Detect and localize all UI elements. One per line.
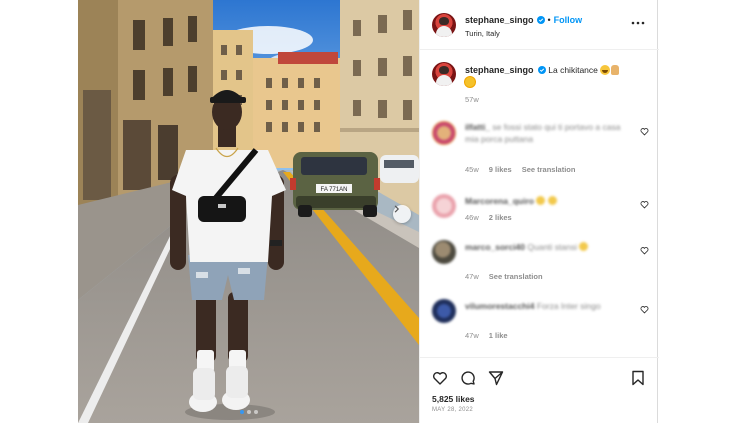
comment-likes[interactable]: 2 likes — [489, 213, 512, 222]
caption-age: 57w — [465, 95, 479, 104]
heart-icon[interactable] — [640, 200, 649, 209]
share-icon[interactable] — [488, 370, 504, 386]
post-side-panel: stephane_singo • Follow Turin, Italy ste… — [419, 0, 659, 423]
street-photo-illustration: FA 771AN — [78, 0, 419, 423]
comment-age: 46w — [465, 213, 479, 222]
author-avatar[interactable] — [432, 13, 456, 37]
post-actions: 5,825 likes MAY 28, 2022 — [420, 357, 659, 423]
header-separator: • — [547, 15, 551, 25]
commenter-avatar[interactable] — [432, 240, 456, 264]
comment-icon[interactable] — [460, 370, 476, 386]
caption-text: La chikitance — [548, 65, 598, 75]
sun-emoji-icon — [465, 77, 475, 87]
heart-icon[interactable] — [432, 370, 448, 386]
commenter-avatar[interactable] — [432, 121, 456, 145]
post-header: stephane_singo • Follow Turin, Italy — [420, 0, 659, 50]
author-username[interactable]: stephane_singo — [465, 15, 534, 25]
comment-text: marco_sorci40 Quanti stansi — [465, 241, 635, 253]
carousel-dots — [240, 410, 258, 414]
comment-meta: 47w See translation — [465, 272, 543, 281]
heart-icon[interactable] — [640, 305, 649, 314]
comment-meta: 45w 9 likes See translation — [465, 165, 575, 174]
comment-meta: 46w 2 likes — [465, 213, 512, 222]
comment-body: Forza Inter singo — [536, 301, 601, 311]
author-line: stephane_singo • Follow — [465, 15, 582, 25]
comment-username[interactable]: ilfatti_ — [465, 122, 490, 132]
post-photo[interactable]: FA 771AN — [78, 0, 419, 423]
comment-username[interactable]: marco_sorci40 — [465, 242, 525, 252]
comment-text: Marcorena_quiro — [465, 195, 635, 207]
commenter-avatar[interactable] — [432, 299, 456, 323]
comment-item: marco_sorci40 Quanti stansi 47w See tran… — [420, 238, 659, 288]
carousel-dot-2 — [247, 410, 251, 414]
caption-username[interactable]: stephane_singo — [465, 65, 534, 75]
comment-item: vilumorestacchi4 Forza Inter singo 47w 1… — [420, 297, 659, 347]
like-count[interactable]: 5,825 likes — [432, 394, 475, 404]
comment-likes[interactable]: 9 likes — [489, 165, 512, 174]
comment-text: ilfatti_ se fossi stato qui ti portavo a… — [465, 121, 635, 145]
heart-icon[interactable] — [640, 246, 649, 255]
comment-age: 47w — [465, 272, 479, 281]
verified-badge-icon — [537, 66, 546, 74]
carousel-dot-1 — [240, 410, 244, 414]
carousel-dot-3 — [254, 410, 258, 414]
comment-username[interactable]: vilumorestacchi4 — [465, 301, 534, 311]
post-location[interactable]: Turin, Italy — [465, 29, 500, 38]
follow-button[interactable]: Follow — [554, 15, 583, 25]
bookmark-icon[interactable] — [630, 370, 646, 386]
chevron-right-icon — [394, 205, 400, 213]
see-translation-link[interactable]: See translation — [522, 165, 576, 174]
comment-item: ilfatti_ se fossi stato qui ti portavo a… — [420, 118, 659, 174]
comment-likes[interactable]: 1 like — [489, 331, 508, 340]
commenter-avatar[interactable] — [432, 194, 456, 218]
post-caption: stephane_singo La chikitance — [465, 64, 650, 88]
next-photo-button[interactable] — [393, 205, 411, 223]
hand-emoji-icon — [611, 65, 620, 75]
post-date: MAY 28, 2022 — [432, 407, 474, 413]
see-translation-link[interactable]: See translation — [489, 272, 543, 281]
comment-text: vilumorestacchi4 Forza Inter singo — [465, 300, 635, 312]
comment-meta: 47w 1 like — [465, 331, 508, 340]
verified-badge-icon — [536, 16, 545, 24]
comment-username[interactable]: Marcorena_quiro — [465, 196, 534, 206]
comment-body: Quanti stansi — [527, 242, 578, 252]
license-plate: FA 771AN — [320, 187, 347, 193]
caption-avatar[interactable] — [432, 62, 456, 86]
heart-icon[interactable] — [640, 127, 649, 136]
comment-age: 45w — [465, 165, 479, 174]
comment-item: Marcorena_quiro 46w 2 likes — [420, 192, 659, 242]
parked-car: FA 771AN — [290, 152, 380, 217]
grin-emoji-icon — [600, 65, 611, 75]
comment-age: 47w — [465, 331, 479, 340]
more-options-icon[interactable] — [630, 17, 646, 29]
